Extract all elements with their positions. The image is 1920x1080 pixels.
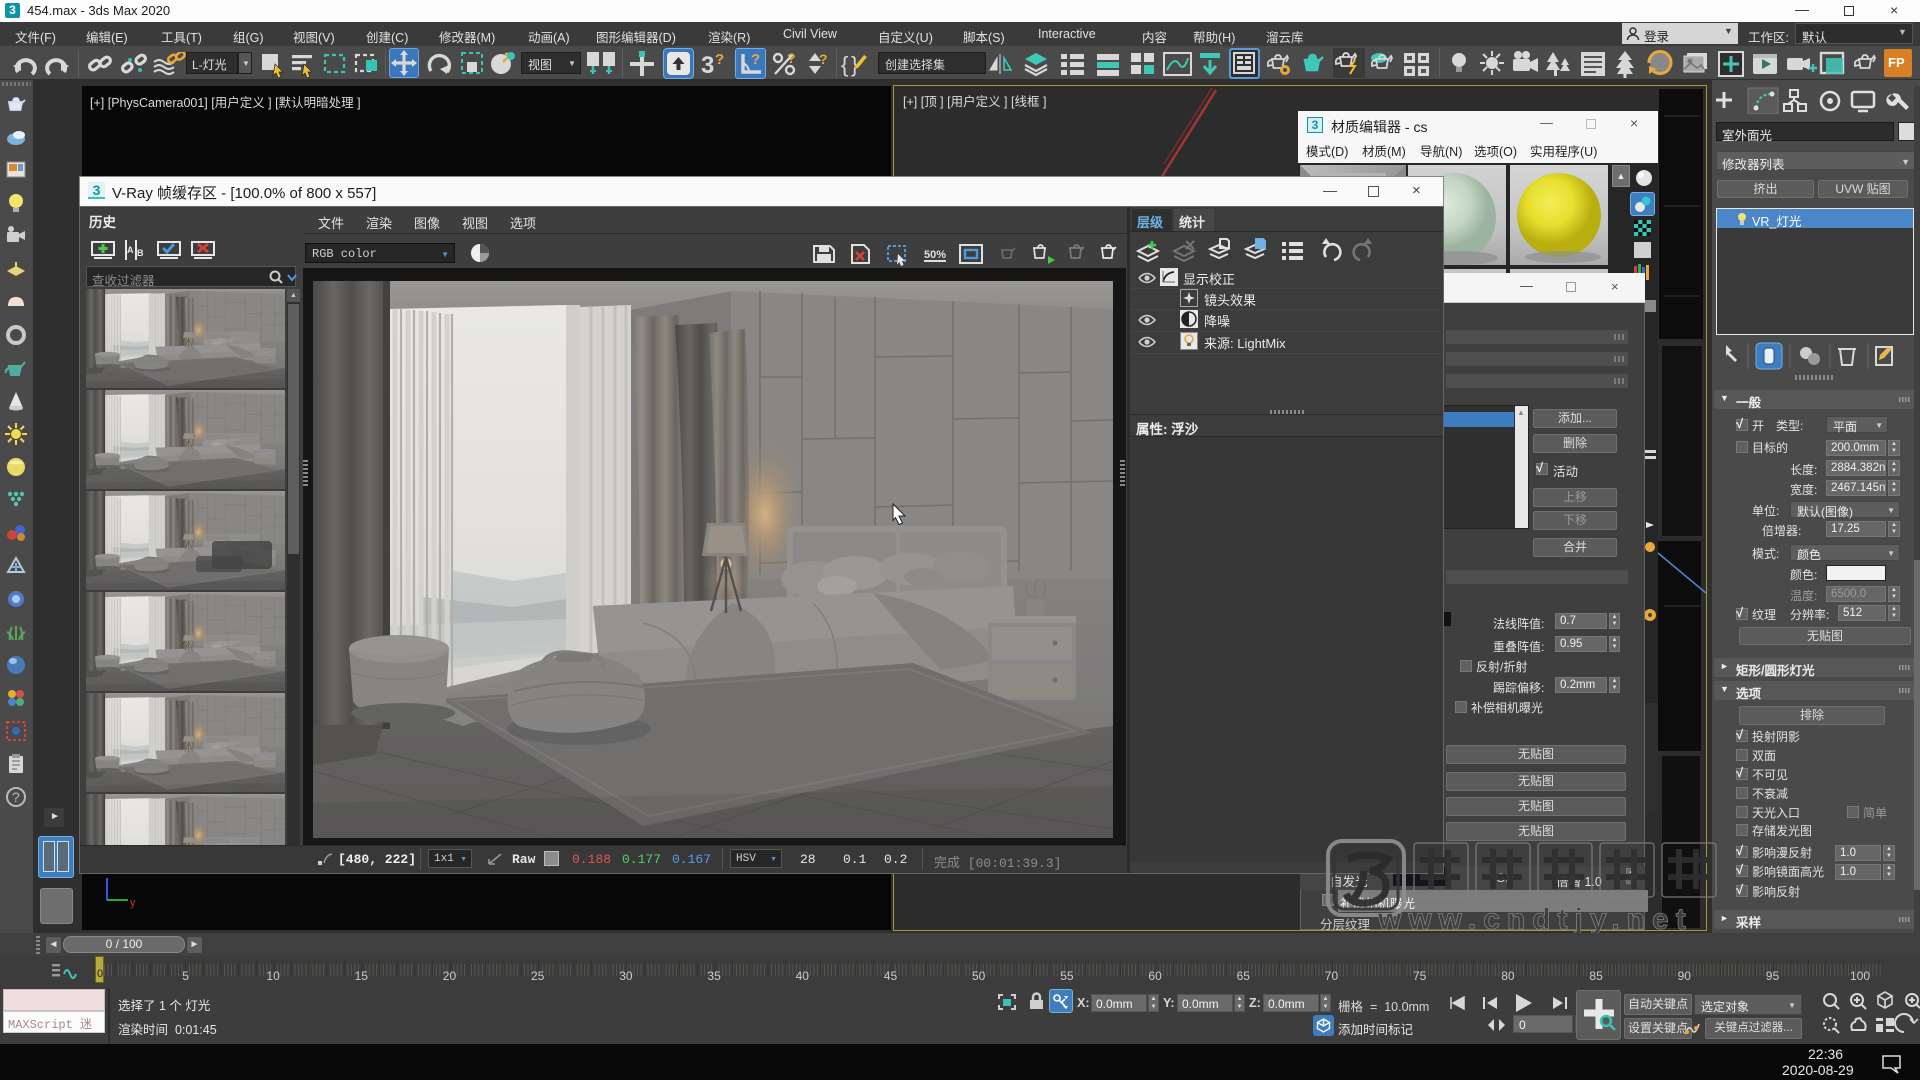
svg-text:?: ? (12, 789, 20, 805)
svg-text:3: 3 (701, 52, 714, 78)
svg-text:B: B (137, 248, 144, 258)
svg-text:y: y (130, 897, 136, 909)
svg-text:?: ? (715, 51, 724, 68)
svg-text:{: { (841, 52, 848, 77)
svg-text:?: ? (819, 51, 828, 67)
svg-text:?: ? (751, 51, 760, 68)
svg-text:50%: 50% (924, 249, 946, 261)
svg-text:A: A (127, 245, 134, 255)
svg-text:?: ? (787, 50, 796, 66)
svg-text:www.cndtjy.net: www.cndtjy.net (1377, 903, 1693, 933)
